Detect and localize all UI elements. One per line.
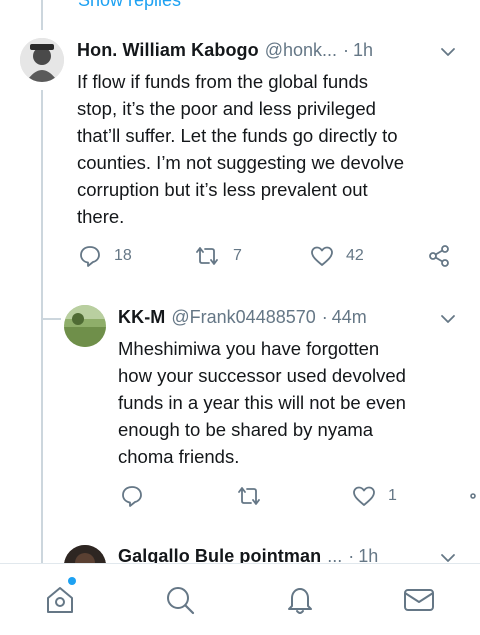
chevron-down-icon[interactable]	[440, 311, 456, 327]
separator-dot: ·	[343, 40, 350, 60]
retweet-icon	[238, 487, 260, 505]
tweet-line: corruption but it’s less prevalent out	[77, 179, 368, 200]
timestamp[interactable]: 1h	[353, 40, 373, 61]
like-count: 42	[346, 247, 364, 264]
timestamp[interactable]: 1h	[358, 546, 378, 563]
share-button[interactable]	[427, 244, 451, 268]
avatar[interactable]	[64, 305, 106, 347]
tweet-line: that’ll suffer. Let the funds go directl…	[77, 125, 398, 146]
share-icon	[429, 245, 449, 267]
tweet-line: If flow if funds from the global funds	[77, 71, 369, 92]
avatar[interactable]	[64, 545, 106, 563]
reply-icon	[80, 246, 100, 267]
retweet-count: 7	[233, 247, 242, 264]
like-button[interactable]: 42	[310, 244, 364, 268]
nav-notifications[interactable]	[282, 582, 318, 618]
chevron-down-icon[interactable]	[440, 550, 456, 563]
tweet-text: If flow if funds from the global funds s…	[77, 68, 404, 230]
reply-button[interactable]: 18	[78, 244, 132, 268]
timestamp[interactable]: 44m	[332, 307, 367, 328]
author-name[interactable]: Galgallo Bule pointman	[118, 546, 321, 563]
tweet-line: counties. I’m not suggesting we devolve	[77, 152, 405, 173]
search-icon	[167, 587, 195, 615]
author-name[interactable]: Hon. William Kabogo	[77, 40, 259, 61]
nav-messages[interactable]	[401, 582, 437, 618]
bottom-nav	[0, 563, 480, 635]
heart-icon	[353, 486, 375, 506]
avatar[interactable]	[20, 38, 64, 82]
separator-dot: ·	[321, 307, 328, 327]
tweet-line: enough to be shared by nyama	[118, 419, 374, 440]
notifications-icon	[288, 588, 312, 614]
new-content-dot	[68, 577, 76, 585]
retweet-button[interactable]	[235, 484, 263, 508]
tweet-1[interactable]: Hon. William Kabogo @honk... · 1h If flo…	[0, 0, 480, 290]
nav-home[interactable]	[42, 582, 78, 618]
reply-button[interactable]	[120, 484, 144, 508]
reply-count: 18	[114, 247, 132, 264]
like-button[interactable]: 1	[352, 484, 397, 508]
tweet-2[interactable]: KK-M @Frank04488570 · 44m Mheshimiwa you…	[0, 290, 480, 540]
tweet-line: stop, it’s the poor and less privileged	[77, 98, 376, 119]
tweet-line: Mheshimiwa you have forgotten	[118, 338, 380, 359]
tweet-header: Hon. William Kabogo @honk... · 1h	[77, 40, 373, 61]
tweet-header: KK-M @Frank04488570 · 44m	[118, 307, 367, 328]
author-name[interactable]: KK-M	[118, 307, 165, 328]
messages-icon	[404, 589, 434, 611]
tweet-header: Galgallo Bule pointman ... · 1h	[118, 546, 378, 563]
separator-dot: ·	[348, 546, 355, 563]
author-handle[interactable]: @honk...	[265, 40, 337, 61]
share-button[interactable]	[466, 484, 480, 508]
retweet-button[interactable]: 7	[193, 244, 242, 268]
tweet-line: funds in a year this will not be even	[118, 392, 406, 413]
reply-icon	[122, 486, 142, 507]
tweet-text: Mheshimiwa you have forgotten how your s…	[118, 335, 406, 470]
tweet-line: there.	[77, 206, 125, 227]
tweet-line: how your successor used devolved	[118, 365, 406, 386]
like-count: 1	[388, 487, 397, 504]
author-handle[interactable]: ...	[327, 546, 342, 563]
tweet-3[interactable]: Galgallo Bule pointman ... · 1h	[0, 540, 480, 563]
share-icon	[470, 493, 476, 499]
chevron-down-icon[interactable]	[440, 44, 456, 60]
author-handle[interactable]: @Frank04488570	[171, 307, 315, 328]
home-icon	[47, 587, 73, 613]
retweet-icon	[196, 247, 218, 265]
tweet-line: choma friends.	[118, 446, 240, 467]
nav-search[interactable]	[162, 582, 198, 618]
heart-icon	[311, 246, 333, 266]
